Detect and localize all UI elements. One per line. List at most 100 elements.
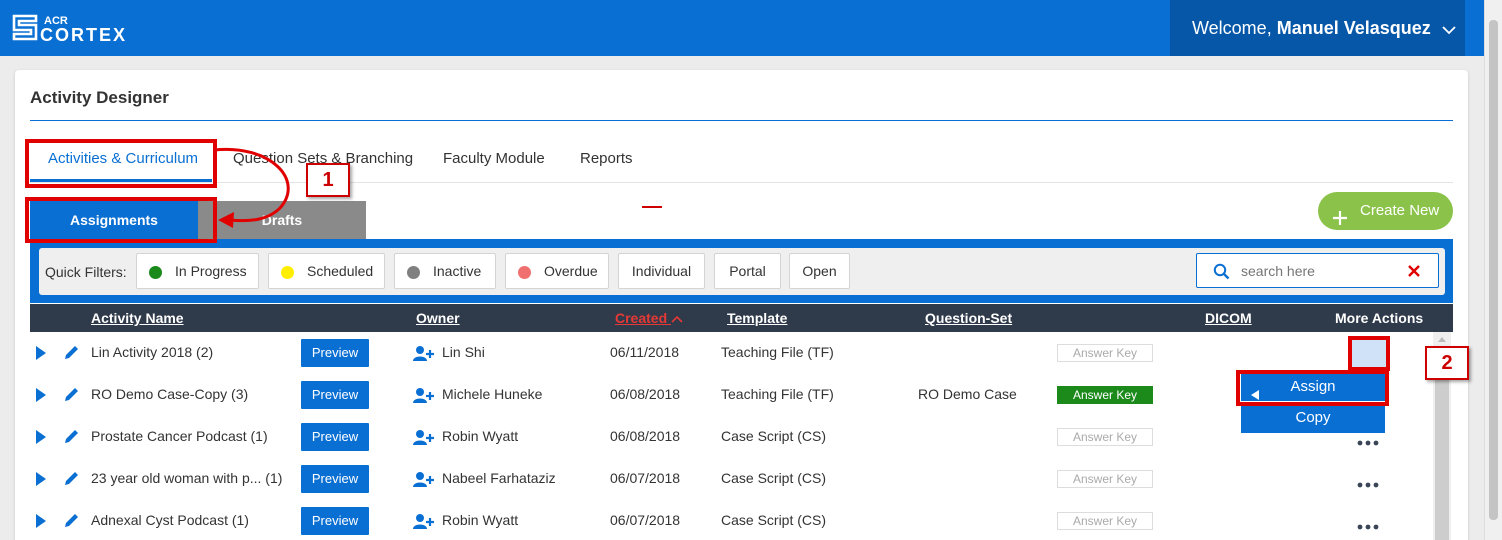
filter-inactive[interactable]: Inactive: [394, 253, 496, 289]
page-scrollbar[interactable]: [1484, 0, 1502, 540]
plus-icon: [1332, 203, 1348, 225]
preview-button[interactable]: Preview: [301, 339, 369, 367]
column-template[interactable]: Template: [727, 310, 787, 326]
menu-copy[interactable]: Copy: [1241, 403, 1385, 433]
column-created-label: Created: [615, 310, 668, 326]
gray-dot-icon: [407, 266, 420, 279]
green-dot-icon: [149, 266, 162, 279]
activity-name[interactable]: Lin Activity 2018 (2): [91, 344, 213, 360]
create-new-button[interactable]: Create New: [1318, 192, 1453, 230]
top-bar: ACR CORTEX Welcome, Manuel Velasquez: [0, 0, 1502, 56]
filter-label: Open: [802, 263, 837, 279]
tab-reports[interactable]: Reports: [580, 150, 633, 167]
preview-button[interactable]: Preview: [301, 465, 369, 493]
expand-row-icon[interactable]: [35, 513, 47, 529]
title-divider: [30, 120, 1453, 121]
edit-pencil-icon[interactable]: [63, 470, 80, 487]
filter-in-progress[interactable]: In Progress: [136, 253, 259, 289]
template-name: Case Script (CS): [721, 428, 827, 444]
activity-name[interactable]: Prostate Cancer Podcast (1): [91, 428, 268, 444]
activity-name[interactable]: Adnexal Cyst Podcast (1): [91, 512, 249, 528]
expand-row-icon[interactable]: [35, 471, 47, 487]
preview-button[interactable]: Preview: [301, 507, 369, 535]
add-user-icon: [413, 471, 435, 487]
filter-portal[interactable]: Portal: [714, 253, 781, 289]
filter-overdue[interactable]: Overdue: [505, 253, 609, 289]
quick-filters-label: Quick Filters:: [45, 264, 127, 280]
search-input[interactable]: [1241, 260, 1391, 282]
expand-row-icon[interactable]: [35, 345, 47, 361]
chevron-down-icon: [1442, 1, 1456, 57]
answer-key-button[interactable]: Answer Key: [1057, 428, 1153, 446]
filter-label: Portal: [729, 263, 766, 279]
preview-button[interactable]: Preview: [301, 381, 369, 409]
column-question-set[interactable]: Question-Set: [925, 310, 1012, 326]
created-date: 06/07/2018: [610, 470, 681, 486]
red-dash-mark: [642, 206, 662, 208]
answer-key-button[interactable]: Answer Key: [1057, 470, 1153, 488]
search-box: [1196, 253, 1439, 288]
add-user-icon: [413, 345, 435, 361]
filter-scheduled[interactable]: Scheduled: [268, 253, 385, 289]
annotation-box-assignments: [25, 197, 217, 243]
preview-button[interactable]: Preview: [301, 423, 369, 451]
more-actions-icon[interactable]: [1356, 476, 1380, 488]
edit-pencil-icon[interactable]: [63, 344, 80, 361]
filter-individual[interactable]: Individual: [618, 253, 705, 289]
add-user-icon: [413, 513, 435, 529]
more-actions-icon[interactable]: [1356, 434, 1380, 446]
sort-up-icon: [671, 316, 683, 323]
created-date: 06/11/2018: [610, 344, 680, 360]
logo-cortex-text: CORTEX: [40, 25, 127, 45]
filter-label: Scheduled: [307, 263, 374, 279]
filter-label: Overdue: [544, 263, 598, 279]
user-menu[interactable]: Welcome, Manuel Velasquez: [1170, 0, 1465, 56]
annotation-box-assign: [1236, 370, 1389, 406]
more-actions-icon[interactable]: [1356, 518, 1380, 530]
filter-label: Inactive: [433, 263, 482, 279]
answer-key-button[interactable]: Answer Key: [1057, 386, 1153, 404]
create-new-label: Create New: [1360, 202, 1440, 219]
answer-key-button[interactable]: Answer Key: [1057, 512, 1153, 530]
template-name: Teaching File (TF): [721, 386, 834, 402]
filter-label: In Progress: [175, 263, 247, 279]
column-created[interactable]: Created: [615, 310, 683, 326]
edit-pencil-icon[interactable]: [63, 386, 80, 403]
annotation-box-more: [1348, 336, 1390, 371]
created-date: 06/07/2018: [610, 512, 681, 528]
edit-pencil-icon[interactable]: [63, 428, 80, 445]
search-icon[interactable]: [1213, 263, 1230, 280]
owner-name: Michele Huneke: [442, 386, 543, 402]
column-activity-name[interactable]: Activity Name: [91, 310, 184, 326]
created-date: 06/08/2018: [610, 386, 681, 402]
edit-pencil-icon[interactable]: [63, 512, 80, 529]
welcome-text: Welcome,: [1192, 18, 1272, 38]
created-date: 06/08/2018: [610, 428, 681, 444]
column-dicom[interactable]: DICOM: [1205, 310, 1252, 326]
tab-faculty-module[interactable]: Faculty Module: [443, 150, 545, 167]
template-name: Case Script (CS): [721, 512, 827, 528]
annotation-arrow: [213, 147, 290, 228]
activity-name[interactable]: RO Demo Case-Copy (3): [91, 386, 248, 402]
template-name: Case Script (CS): [721, 470, 827, 486]
page-title: Activity Designer: [30, 88, 169, 107]
red-dot-icon: [518, 266, 531, 279]
callout-1: 1: [306, 163, 350, 197]
activity-name[interactable]: 23 year old woman with p... (1): [91, 470, 282, 486]
yellow-dot-icon: [281, 266, 294, 279]
owner-name: Robin Wyatt: [442, 512, 519, 528]
scrollbar-thumb[interactable]: [1489, 20, 1498, 520]
expand-row-icon[interactable]: [35, 429, 47, 445]
filter-open[interactable]: Open: [789, 253, 850, 289]
filter-label: Individual: [631, 263, 692, 279]
question-set-name: RO Demo Case: [918, 386, 1017, 402]
column-owner[interactable]: Owner: [416, 310, 460, 326]
answer-key-button[interactable]: Answer Key: [1057, 344, 1153, 362]
clear-search-icon[interactable]: [1407, 264, 1421, 278]
owner-name: Lin Shi: [442, 344, 485, 360]
expand-row-icon[interactable]: [35, 387, 47, 403]
acr-cortex-logo[interactable]: ACR CORTEX: [10, 10, 180, 46]
owner-name: Nabeel Farhataziz: [442, 470, 556, 486]
callout-2: 2: [1425, 346, 1469, 380]
add-user-icon: [413, 429, 435, 445]
